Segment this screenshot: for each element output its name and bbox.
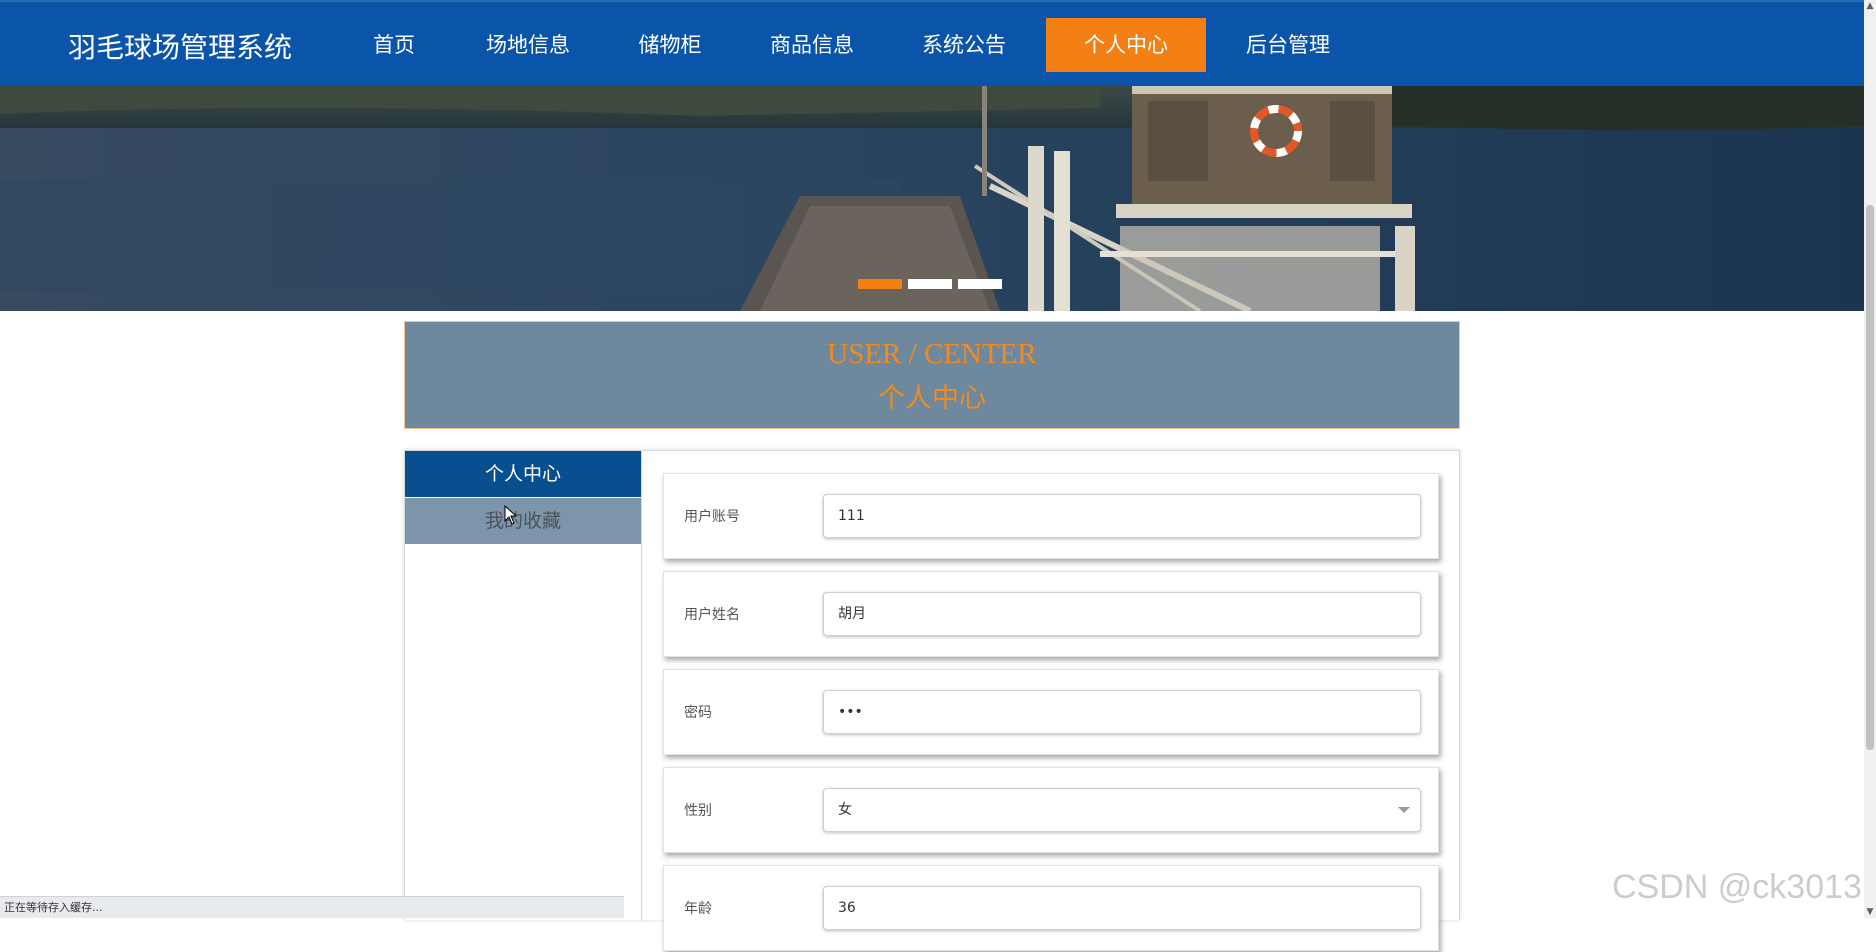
age-input[interactable]: 36 [823, 886, 1421, 930]
scroll-thumb[interactable] [1866, 205, 1874, 750]
gender-label: 性别 [684, 803, 712, 819]
watermark: CSDN @ck3013 [1612, 868, 1862, 906]
sidebar-item-user-center[interactable]: 个人中心 [405, 451, 641, 497]
nav-locker[interactable]: 储物柜 [628, 18, 712, 72]
user-center-panel: 个人中心 我的收藏 用户账号 111 用户姓名 胡月 密码 ••• 性别 女 年… [404, 450, 1460, 951]
section-title-box: USER / CENTER 个人中心 [404, 321, 1460, 429]
hero-banner [0, 86, 1864, 311]
name-input[interactable]: 胡月 [823, 592, 1421, 636]
form-row-age: 年龄 36 [663, 865, 1439, 951]
banner-image [0, 86, 1864, 311]
account-input[interactable]: 111 [823, 494, 1421, 538]
form-row-name: 用户姓名 胡月 [663, 571, 1439, 657]
form-row-account: 用户账号 111 [663, 473, 1439, 559]
form-row-password: 密码 ••• [663, 669, 1439, 755]
mouse-cursor-icon [504, 505, 518, 525]
scroll-down-arrow-icon[interactable]: ▼ [1864, 906, 1876, 918]
nav-product-info[interactable]: 商品信息 [760, 18, 864, 72]
section-title-en: USER / CENTER [827, 338, 1037, 370]
top-nav: 羽毛球场管理系统 首页 场地信息 储物柜 商品信息 系统公告 个人中心 后台管理 [0, 0, 1864, 86]
age-label: 年龄 [684, 901, 712, 917]
carousel-dot-2[interactable] [908, 279, 952, 289]
nav-user-center[interactable]: 个人中心 [1046, 18, 1206, 72]
password-input[interactable]: ••• [823, 690, 1421, 734]
site-title[interactable]: 羽毛球场管理系统 [68, 26, 292, 66]
carousel-dot-1[interactable] [858, 279, 902, 289]
gender-select[interactable]: 女 [823, 788, 1421, 832]
form-row-gender: 性别 女 [663, 767, 1439, 853]
nav-admin[interactable]: 后台管理 [1236, 18, 1340, 72]
section-title-cn: 个人中心 [878, 383, 986, 414]
scroll-up-arrow-icon[interactable]: ▲ [1864, 0, 1876, 12]
password-label: 密码 [684, 705, 712, 721]
nav-home[interactable]: 首页 [360, 18, 428, 72]
nav-announcements[interactable]: 系统公告 [912, 18, 1016, 72]
sidebar: 个人中心 我的收藏 [405, 451, 642, 921]
carousel-dot-3[interactable] [958, 279, 1002, 289]
gender-value: 女 [838, 802, 852, 818]
nav-venue-info[interactable]: 场地信息 [476, 18, 580, 72]
page-scrollbar[interactable]: ▲ ▼ [1864, 0, 1876, 918]
browser-status-bar: 正在等待存入缓存... [0, 896, 624, 918]
sidebar-item-favorites[interactable]: 我的收藏 [405, 498, 641, 544]
name-label: 用户姓名 [684, 607, 740, 623]
chevron-down-icon[interactable] [1398, 807, 1410, 813]
account-label: 用户账号 [684, 509, 740, 525]
